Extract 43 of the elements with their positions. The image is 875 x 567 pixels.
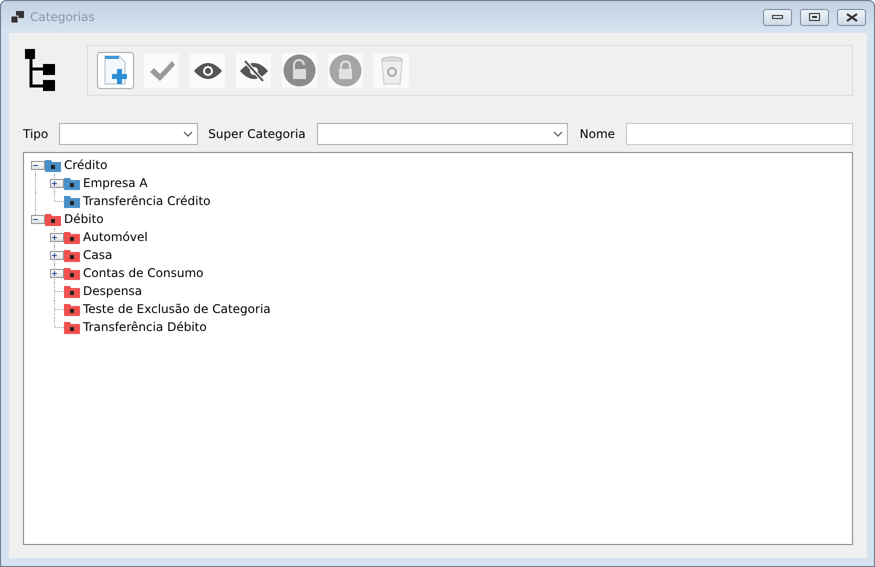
plus-icon xyxy=(51,270,58,277)
check-icon xyxy=(148,58,176,82)
expand-toggle[interactable] xyxy=(50,269,64,278)
hierarchy-icon xyxy=(25,48,57,92)
minus-icon xyxy=(32,216,39,223)
plus-icon xyxy=(51,180,58,187)
eye-icon xyxy=(192,60,222,80)
unlocked-padlock-icon xyxy=(283,54,316,87)
field-label: Nome xyxy=(580,127,616,141)
tree-item[interactable]: Débito xyxy=(64,212,104,226)
nome-input[interactable] xyxy=(626,123,853,145)
field-label: Tipo xyxy=(23,127,48,141)
padlock-icon xyxy=(329,54,362,87)
close-icon xyxy=(846,12,858,22)
expand-toggle[interactable] xyxy=(50,179,64,188)
tree-item[interactable]: Crédito xyxy=(64,158,108,172)
window-title: Categorias xyxy=(30,10,96,24)
close-button[interactable] xyxy=(837,8,866,26)
tree-item[interactable]: Transferência Crédito xyxy=(83,194,211,208)
recycle-bin-icon xyxy=(380,56,404,86)
tree-item[interactable]: Despensa xyxy=(83,284,142,298)
maximize-button[interactable] xyxy=(800,8,829,26)
minus-icon xyxy=(32,162,39,169)
collapse-toggle[interactable] xyxy=(31,215,45,224)
minimize-button[interactable] xyxy=(763,8,792,26)
window-icon xyxy=(11,11,24,23)
expand-toggle[interactable] xyxy=(50,251,64,260)
tree-item[interactable]: Transferência Débito xyxy=(83,320,207,334)
tree-item[interactable]: Automóvel xyxy=(83,230,148,244)
maximize-icon xyxy=(809,13,820,21)
toolbar-button[interactable] xyxy=(97,52,134,89)
expand-toggle[interactable] xyxy=(50,233,64,242)
crossed-eye-icon xyxy=(238,58,268,82)
minimize-icon xyxy=(772,15,783,19)
field-label: Super Categoria xyxy=(208,127,306,141)
tree-item[interactable]: Casa xyxy=(83,248,112,262)
plus-icon xyxy=(51,234,58,241)
plus-icon xyxy=(51,252,58,259)
collapse-toggle[interactable] xyxy=(31,161,45,170)
tree-item[interactable]: Empresa A xyxy=(83,176,148,190)
tree-item[interactable]: Teste de Exclusão de Categoria xyxy=(83,302,271,316)
tree-item[interactable]: Contas de Consumo xyxy=(83,266,204,280)
new-document-icon xyxy=(102,54,130,86)
